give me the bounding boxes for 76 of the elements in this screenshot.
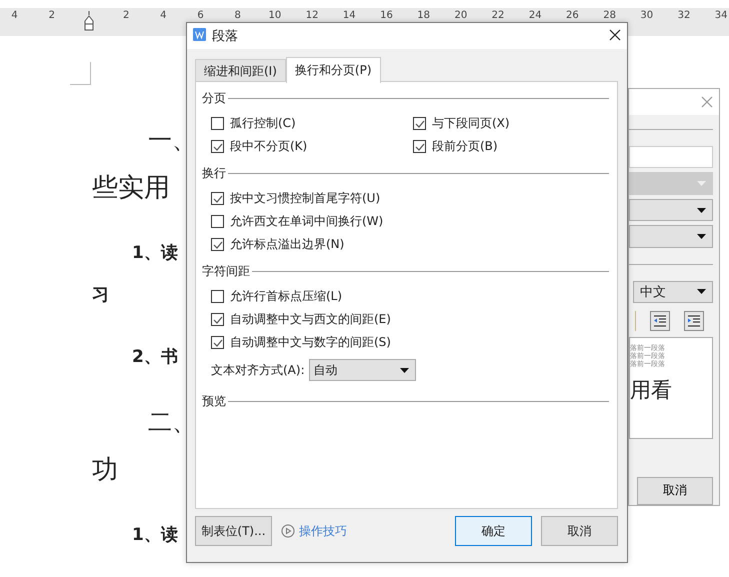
ruler-number: 10 (268, 11, 282, 21)
ruler-number: 6 (196, 11, 205, 21)
cancel-button[interactable]: 取消 (637, 476, 713, 506)
app-logo-icon (193, 28, 206, 41)
document-text: 2、书 (132, 347, 178, 367)
checkbox-label: 孤行控制(C) (230, 115, 296, 132)
checkbox[interactable] (413, 140, 426, 153)
document-text: 些实用 (92, 173, 170, 203)
indent-marker-icon[interactable] (84, 11, 94, 31)
input-field[interactable] (629, 146, 713, 168)
checkbox[interactable] (211, 336, 224, 349)
dialog-button[interactable]: 确定 (455, 516, 532, 546)
checkbox[interactable] (211, 313, 224, 326)
dialog-button[interactable]: 制表位(T)... (195, 516, 272, 546)
ruler-number: 34 (714, 11, 729, 21)
ruler-number: 24 (528, 11, 543, 21)
checkbox-label: 自动调整中文与西文的间距(E) (230, 311, 391, 328)
ruler-number: 28 (602, 11, 617, 21)
dialog-button[interactable]: 取消 (541, 516, 618, 546)
ruler-number: 4 (10, 11, 19, 21)
checkbox[interactable] (211, 140, 224, 153)
checkbox-label: 允许西文在单词中间换行(W) (230, 213, 384, 230)
page-corner-mark (70, 62, 91, 85)
checkbox[interactable] (211, 192, 224, 205)
dropdown-arrow-icon (697, 181, 706, 186)
checkbox[interactable] (413, 117, 426, 130)
close-icon[interactable] (609, 28, 621, 40)
section-title: 换行 (202, 165, 226, 182)
checkbox-label: 自动调整中文与数字的间距(S) (230, 334, 391, 351)
ruler-number: 16 (379, 11, 394, 21)
checkbox-label: 段前分页(B) (432, 138, 498, 155)
document-text: 功 (92, 455, 118, 485)
checkbox-label: 段中不分页(K) (230, 138, 308, 155)
play-icon (281, 524, 295, 538)
tab[interactable]: 缩进和间距(I) (195, 59, 286, 83)
document-text: 一、 (148, 126, 196, 154)
document-text: 二、 (148, 408, 196, 436)
ruler-number: 30 (639, 11, 654, 21)
ruler-number: 12 (304, 11, 320, 21)
ruler-number: 2 (122, 11, 130, 21)
section-title: 分页 (202, 90, 226, 107)
ruler-number: 4 (159, 11, 168, 21)
checkbox[interactable] (211, 238, 224, 251)
document-text: 习 (92, 285, 109, 305)
field-label: 文本对齐方式(A): (211, 362, 305, 378)
checkbox-label: 允许行首标点压缩(L) (230, 288, 342, 305)
tab[interactable]: 换行和分页(P) (286, 57, 381, 83)
ruler-number: 2 (48, 11, 56, 21)
section-title: 字符间距 (202, 263, 250, 280)
dropdown-arrow-icon (697, 289, 706, 294)
ruler-number: 18 (416, 11, 432, 21)
preview-text: 用看 (630, 377, 673, 404)
tips-link[interactable]: 操作技巧 (299, 522, 347, 540)
ruler-number: 26 (565, 11, 580, 21)
dropdown-arrow-icon (697, 208, 706, 213)
checkbox[interactable] (211, 290, 224, 303)
checkbox-label: 按中文习惯控制首尾字符(U) (230, 190, 380, 207)
decrease-indent-icon[interactable] (650, 311, 670, 332)
ruler-number: 14 (342, 11, 357, 21)
ruler-number: 8 (234, 11, 242, 21)
ruler-number: 22 (490, 11, 506, 21)
document-text: 1、读 (132, 243, 178, 263)
checkbox[interactable] (211, 215, 224, 228)
language-dropdown[interactable]: 中文 (633, 280, 713, 304)
ruler-number: 20 (453, 11, 468, 21)
alignment-dropdown[interactable]: 自动 (308, 359, 416, 381)
checkbox-label: 允许标点溢出边界(N) (230, 236, 344, 253)
ruler-number: 32 (676, 11, 692, 21)
section-title: 预览 (202, 393, 226, 410)
dialog-title: 段落 (212, 28, 239, 45)
checkbox[interactable] (211, 117, 224, 130)
dropdown-arrow-icon (697, 234, 706, 240)
dropdown-arrow-icon (400, 368, 409, 372)
checkbox-label: 与下段同页(X) (432, 115, 510, 132)
increase-indent-icon[interactable] (684, 311, 704, 332)
document-text: 1、读 (132, 525, 178, 545)
